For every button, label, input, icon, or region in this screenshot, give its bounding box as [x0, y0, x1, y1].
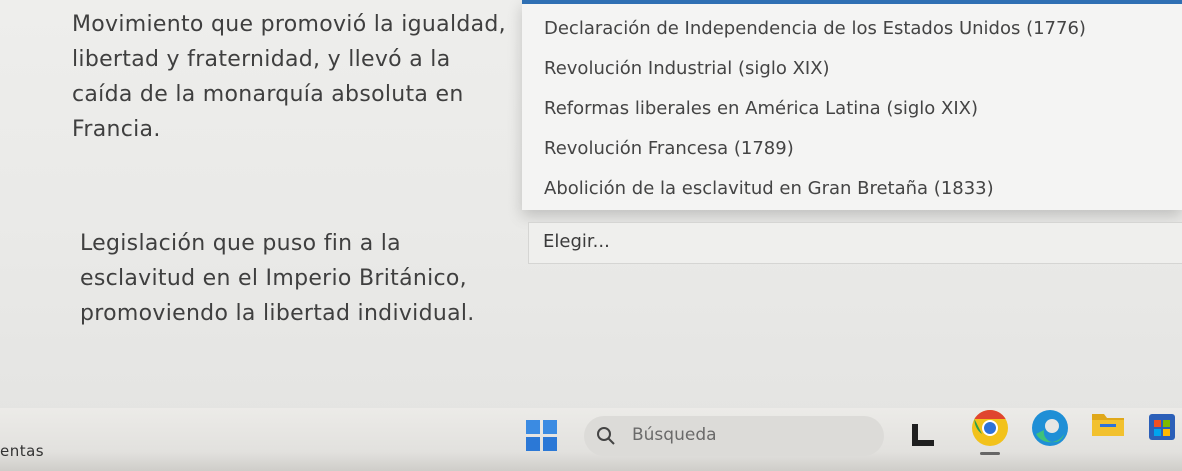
windows-start-icon[interactable] — [526, 420, 558, 452]
answer-select-2[interactable]: Elegir... — [528, 222, 1182, 264]
answer-dropdown-list[interactable]: Declaración de Independencia de los Esta… — [522, 0, 1182, 210]
dropdown-option-5[interactable]: Abolición de la esclavitud en Gran Breta… — [522, 169, 1182, 209]
question-1-text: Movimiento que promovió la igualdad, lib… — [72, 12, 506, 142]
search-icon — [597, 427, 615, 445]
taskbar: entas Búsqueda — [0, 408, 1182, 471]
folder-icon[interactable] — [1090, 408, 1126, 438]
taskbar-search-box[interactable]: Búsqueda — [584, 416, 884, 456]
quiz-page: Movimiento que promovió la igualdad, lib… — [0, 0, 1182, 425]
question-2-text: Legislación que puso fin a la esclavitud… — [80, 231, 475, 326]
edge-icon[interactable] — [1030, 408, 1070, 448]
store-icon[interactable] — [1145, 408, 1179, 442]
chrome-icon[interactable] — [970, 408, 1010, 448]
search-placeholder: Búsqueda — [632, 425, 717, 445]
dropdown-option-4[interactable]: Revolución Francesa (1789) — [522, 129, 1182, 169]
dropdown-option-2[interactable]: Revolución Industrial (siglo XIX) — [522, 49, 1182, 89]
file-explorer-icon[interactable] — [910, 422, 936, 448]
dropdown-option-3[interactable]: Reformas liberales en América Latina (si… — [522, 89, 1182, 129]
dropdown-option-1[interactable]: Declaración de Independencia de los Esta… — [522, 9, 1182, 49]
active-app-indicator — [980, 452, 1000, 455]
taskbar-label: entas — [0, 442, 45, 460]
